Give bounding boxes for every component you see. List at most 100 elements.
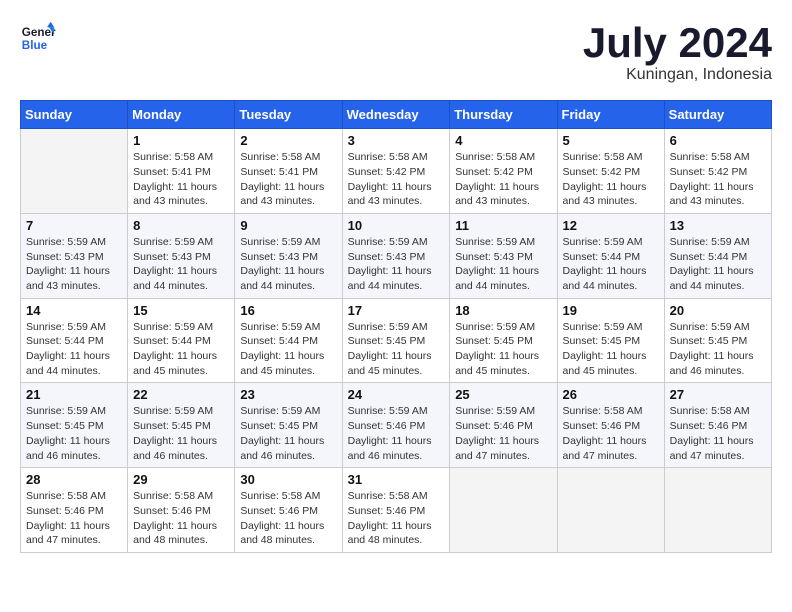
day-info: Sunrise: 5:58 AMSunset: 5:41 PMDaylight:… (133, 150, 229, 209)
day-number: 5 (563, 133, 659, 148)
day-info: Sunrise: 5:58 AMSunset: 5:46 PMDaylight:… (26, 489, 122, 548)
calendar-cell: 18Sunrise: 5:59 AMSunset: 5:45 PMDayligh… (450, 298, 557, 383)
calendar-cell: 15 Sunrise: 5:59 AMSunset: 5:44 PMDayligh… (128, 298, 235, 383)
month-title: July 2024 (583, 20, 772, 66)
calendar-cell: 22 Sunrise: 5:59 AMSunset: 5:45 PMDayligh… (128, 383, 235, 468)
day-number: 18 (455, 303, 551, 318)
day-info: Sunrise: 5:58 AMSunset: 5:46 PMDaylight:… (133, 489, 229, 548)
calendar-cell: 26Sunrise: 5:58 AMSunset: 5:46 PMDayligh… (557, 383, 664, 468)
day-number: 24 (348, 387, 445, 402)
header-day-saturday: Saturday (664, 101, 771, 129)
calendar-cell: 9 Sunrise: 5:59 AMSunset: 5:43 PMDaylight… (235, 213, 342, 298)
calendar-cell: 19 Sunrise: 5:59 AMSunset: 5:45 PMDayligh… (557, 298, 664, 383)
day-info: Sunrise: 5:58 AMSunset: 5:46 PMDaylight:… (563, 404, 659, 463)
day-number: 15 (133, 303, 229, 318)
day-number: 4 (455, 133, 551, 148)
header-day-thursday: Thursday (450, 101, 557, 129)
logo-icon: General Blue (20, 20, 56, 56)
header-day-wednesday: Wednesday (342, 101, 450, 129)
calendar-cell: 23Sunrise: 5:59 AMSunset: 5:45 PMDayligh… (235, 383, 342, 468)
calendar-cell: 25 Sunrise: 5:59 AMSunset: 5:46 PMDayligh… (450, 383, 557, 468)
day-info: Sunrise: 5:58 AMSunset: 5:42 PMDaylight:… (348, 150, 445, 209)
svg-text:Blue: Blue (22, 39, 48, 52)
day-info: Sunrise: 5:59 AMSunset: 5:45 PMDaylight:… (26, 404, 122, 463)
day-info: Sunrise: 5:59 AMSunset: 5:44 PMDaylight:… (240, 320, 336, 379)
calendar-cell: 13 Sunrise: 5:59 AMSunset: 5:44 PMDayligh… (664, 213, 771, 298)
day-info: Sunrise: 5:59 AMSunset: 5:44 PMDaylight:… (26, 320, 122, 379)
calendar-cell: 10 Sunrise: 5:59 AMSunset: 5:43 PMDayligh… (342, 213, 450, 298)
header-day-monday: Monday (128, 101, 235, 129)
week-row-1: 1 Sunrise: 5:58 AMSunset: 5:41 PMDaylight… (21, 129, 772, 214)
day-info: Sunrise: 5:59 AMSunset: 5:45 PMDaylight:… (133, 404, 229, 463)
calendar-cell: 14 Sunrise: 5:59 AMSunset: 5:44 PMDayligh… (21, 298, 128, 383)
day-number: 11 (455, 218, 551, 233)
calendar-cell: 29 Sunrise: 5:58 AMSunset: 5:46 PMDayligh… (128, 468, 235, 553)
day-number: 2 (240, 133, 336, 148)
day-number: 29 (133, 472, 229, 487)
calendar-cell: 17 Sunrise: 5:59 AMSunset: 5:45 PMDayligh… (342, 298, 450, 383)
calendar-cell: 4 Sunrise: 5:58 AMSunset: 5:42 PMDaylight… (450, 129, 557, 214)
calendar-cell (21, 129, 128, 214)
calendar-cell (664, 468, 771, 553)
calendar-cell: 27 Sunrise: 5:58 AMSunset: 5:46 PMDayligh… (664, 383, 771, 468)
day-number: 9 (240, 218, 336, 233)
day-number: 27 (670, 387, 766, 402)
day-info: Sunrise: 5:59 AMSunset: 5:46 PMDaylight:… (455, 404, 551, 463)
calendar-cell: 3 Sunrise: 5:58 AMSunset: 5:42 PMDaylight… (342, 129, 450, 214)
day-info: Sunrise: 5:59 AMSunset: 5:43 PMDaylight:… (348, 235, 445, 294)
calendar-cell: 12Sunrise: 5:59 AMSunset: 5:44 PMDayligh… (557, 213, 664, 298)
day-info: Sunrise: 5:58 AMSunset: 5:42 PMDaylight:… (455, 150, 551, 209)
calendar-cell (557, 468, 664, 553)
calendar-cell: 24Sunrise: 5:59 AMSunset: 5:46 PMDayligh… (342, 383, 450, 468)
calendar-cell: 8Sunrise: 5:59 AMSunset: 5:43 PMDaylight… (128, 213, 235, 298)
day-number: 7 (26, 218, 122, 233)
day-number: 14 (26, 303, 122, 318)
day-info: Sunrise: 5:59 AMSunset: 5:43 PMDaylight:… (133, 235, 229, 294)
header-day-tuesday: Tuesday (235, 101, 342, 129)
calendar-cell: 11 Sunrise: 5:59 AMSunset: 5:43 PMDayligh… (450, 213, 557, 298)
calendar-cell: 1 Sunrise: 5:58 AMSunset: 5:41 PMDaylight… (128, 129, 235, 214)
day-number: 21 (26, 387, 122, 402)
calendar-header-row: SundayMondayTuesdayWednesdayThursdayFrid… (21, 101, 772, 129)
day-info: Sunrise: 5:59 AMSunset: 5:43 PMDaylight:… (26, 235, 122, 294)
day-info: Sunrise: 5:59 AMSunset: 5:44 PMDaylight:… (670, 235, 766, 294)
day-info: Sunrise: 5:58 AMSunset: 5:42 PMDaylight:… (563, 150, 659, 209)
day-info: Sunrise: 5:59 AMSunset: 5:45 PMDaylight:… (563, 320, 659, 379)
day-number: 3 (348, 133, 445, 148)
calendar-cell: 21 Sunrise: 5:59 AMSunset: 5:45 PMDayligh… (21, 383, 128, 468)
calendar-cell: 6Sunrise: 5:58 AMSunset: 5:42 PMDaylight… (664, 129, 771, 214)
day-info: Sunrise: 5:58 AMSunset: 5:46 PMDaylight:… (240, 489, 336, 548)
calendar-cell: 28Sunrise: 5:58 AMSunset: 5:46 PMDayligh… (21, 468, 128, 553)
day-number: 19 (563, 303, 659, 318)
day-number: 10 (348, 218, 445, 233)
day-info: Sunrise: 5:59 AMSunset: 5:44 PMDaylight:… (133, 320, 229, 379)
day-number: 17 (348, 303, 445, 318)
day-info: Sunrise: 5:59 AMSunset: 5:45 PMDaylight:… (670, 320, 766, 379)
day-info: Sunrise: 5:58 AMSunset: 5:41 PMDaylight:… (240, 150, 336, 209)
header-day-sunday: Sunday (21, 101, 128, 129)
header-day-friday: Friday (557, 101, 664, 129)
day-info: Sunrise: 5:58 AMSunset: 5:46 PMDaylight:… (670, 404, 766, 463)
calendar-cell: 30 Sunrise: 5:58 AMSunset: 5:46 PMDayligh… (235, 468, 342, 553)
day-info: Sunrise: 5:59 AMSunset: 5:44 PMDaylight:… (563, 235, 659, 294)
day-number: 13 (670, 218, 766, 233)
week-row-4: 21 Sunrise: 5:59 AMSunset: 5:45 PMDayligh… (21, 383, 772, 468)
day-number: 1 (133, 133, 229, 148)
day-info: Sunrise: 5:59 AMSunset: 5:43 PMDaylight:… (240, 235, 336, 294)
day-number: 25 (455, 387, 551, 402)
day-number: 30 (240, 472, 336, 487)
day-info: Sunrise: 5:59 AMSunset: 5:43 PMDaylight:… (455, 235, 551, 294)
calendar-table: SundayMondayTuesdayWednesdayThursdayFrid… (20, 100, 772, 553)
title-block: July 2024 Kuningan, Indonesia (583, 20, 772, 84)
day-number: 23 (240, 387, 336, 402)
page-header: General Blue July 2024 Kuningan, Indones… (20, 20, 772, 84)
day-number: 22 (133, 387, 229, 402)
week-row-5: 28Sunrise: 5:58 AMSunset: 5:46 PMDayligh… (21, 468, 772, 553)
day-info: Sunrise: 5:58 AMSunset: 5:42 PMDaylight:… (670, 150, 766, 209)
day-info: Sunrise: 5:58 AMSunset: 5:46 PMDaylight:… (348, 489, 445, 548)
calendar-cell: 31Sunrise: 5:58 AMSunset: 5:46 PMDayligh… (342, 468, 450, 553)
calendar-cell: 16Sunrise: 5:59 AMSunset: 5:44 PMDayligh… (235, 298, 342, 383)
calendar-cell: 5 Sunrise: 5:58 AMSunset: 5:42 PMDaylight… (557, 129, 664, 214)
week-row-2: 7 Sunrise: 5:59 AMSunset: 5:43 PMDaylight… (21, 213, 772, 298)
day-info: Sunrise: 5:59 AMSunset: 5:45 PMDaylight:… (348, 320, 445, 379)
